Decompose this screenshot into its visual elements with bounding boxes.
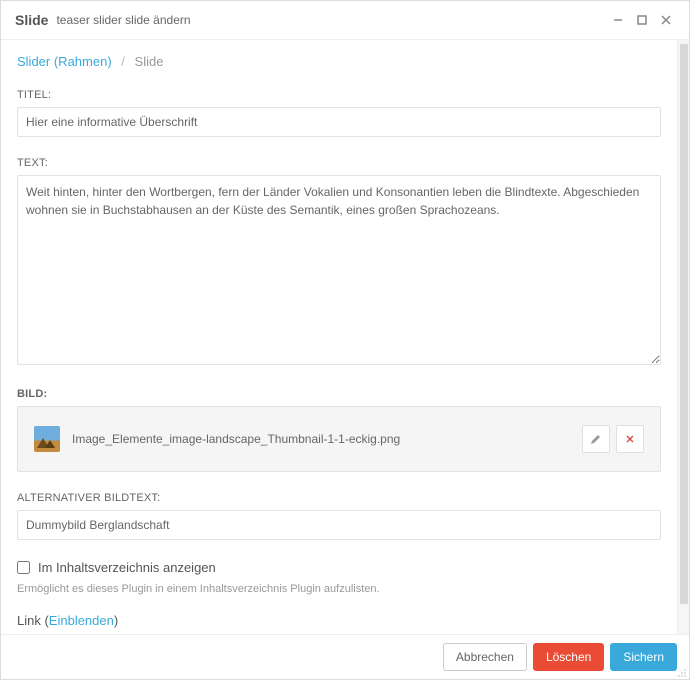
bild-edit-button[interactable] xyxy=(582,425,610,453)
scrollbar-track[interactable] xyxy=(677,40,689,634)
field-titel: TITEL: xyxy=(17,89,661,137)
footer: Abbrechen Löschen Sichern xyxy=(1,634,689,679)
breadcrumb-separator: / xyxy=(121,54,125,69)
bild-thumbnail xyxy=(34,426,60,452)
x-icon xyxy=(624,433,636,445)
window-title: Slide xyxy=(15,12,48,28)
scrollbar-thumb[interactable] xyxy=(680,44,688,604)
maximize-icon xyxy=(636,14,648,26)
alt-input[interactable] xyxy=(17,510,661,540)
dialog-window: Slide teaser slider slide ändern Slider … xyxy=(0,0,690,680)
breadcrumb: Slider (Rahmen) / Slide xyxy=(17,54,661,69)
window-subtitle: teaser slider slide ändern xyxy=(56,13,190,27)
bild-filename: Image_Elemente_image-landscape_Thumbnail… xyxy=(72,432,576,446)
resize-icon xyxy=(677,668,687,678)
scroll-area[interactable]: Slider (Rahmen) / Slide TITEL: TEXT: Wei… xyxy=(1,40,677,634)
toc-help-text: Ermöglicht es dieses Plugin in einem Inh… xyxy=(17,583,661,595)
toc-checkbox[interactable] xyxy=(17,561,30,574)
close-icon xyxy=(660,14,672,26)
bild-box: Image_Elemente_image-landscape_Thumbnail… xyxy=(17,406,661,472)
breadcrumb-current: Slide xyxy=(135,54,164,69)
minimize-button[interactable] xyxy=(609,11,627,29)
content-area: Slider (Rahmen) / Slide TITEL: TEXT: Wei… xyxy=(1,40,689,634)
breadcrumb-link-slider[interactable]: Slider (Rahmen) xyxy=(17,54,112,69)
text-label: TEXT: xyxy=(17,157,661,169)
titel-label: TITEL: xyxy=(17,89,661,101)
field-alt: ALTERNATIVER BILDTEXT: xyxy=(17,492,661,540)
alt-label: ALTERNATIVER BILDTEXT: xyxy=(17,492,661,504)
cancel-button[interactable]: Abbrechen xyxy=(443,643,527,671)
link-label-prefix: Link ( xyxy=(17,613,49,628)
maximize-button[interactable] xyxy=(633,11,651,29)
close-button[interactable] xyxy=(657,11,675,29)
minimize-icon xyxy=(612,14,624,26)
field-text: TEXT: Weit hinten, hinter den Wortbergen… xyxy=(17,157,661,368)
field-bild: BILD: Image_Elemente_image-landscape_Thu… xyxy=(17,388,661,472)
titlebar: Slide teaser slider slide ändern xyxy=(1,1,689,40)
link-toggle[interactable]: Einblenden xyxy=(49,613,114,628)
resize-grip[interactable] xyxy=(677,667,687,677)
titel-input[interactable] xyxy=(17,107,661,137)
delete-button[interactable]: Löschen xyxy=(533,643,604,671)
text-textarea[interactable]: Weit hinten, hinter den Wortbergen, fern… xyxy=(17,175,661,365)
bild-delete-button[interactable] xyxy=(616,425,644,453)
link-section: Link (Einblenden) xyxy=(17,613,661,628)
save-button[interactable]: Sichern xyxy=(610,643,677,671)
link-label-suffix: ) xyxy=(114,613,118,628)
bild-label: BILD: xyxy=(17,388,661,400)
pencil-icon xyxy=(590,433,602,445)
toc-checkbox-row: Im Inhaltsverzeichnis anzeigen xyxy=(17,560,661,575)
toc-label[interactable]: Im Inhaltsverzeichnis anzeigen xyxy=(38,560,216,575)
